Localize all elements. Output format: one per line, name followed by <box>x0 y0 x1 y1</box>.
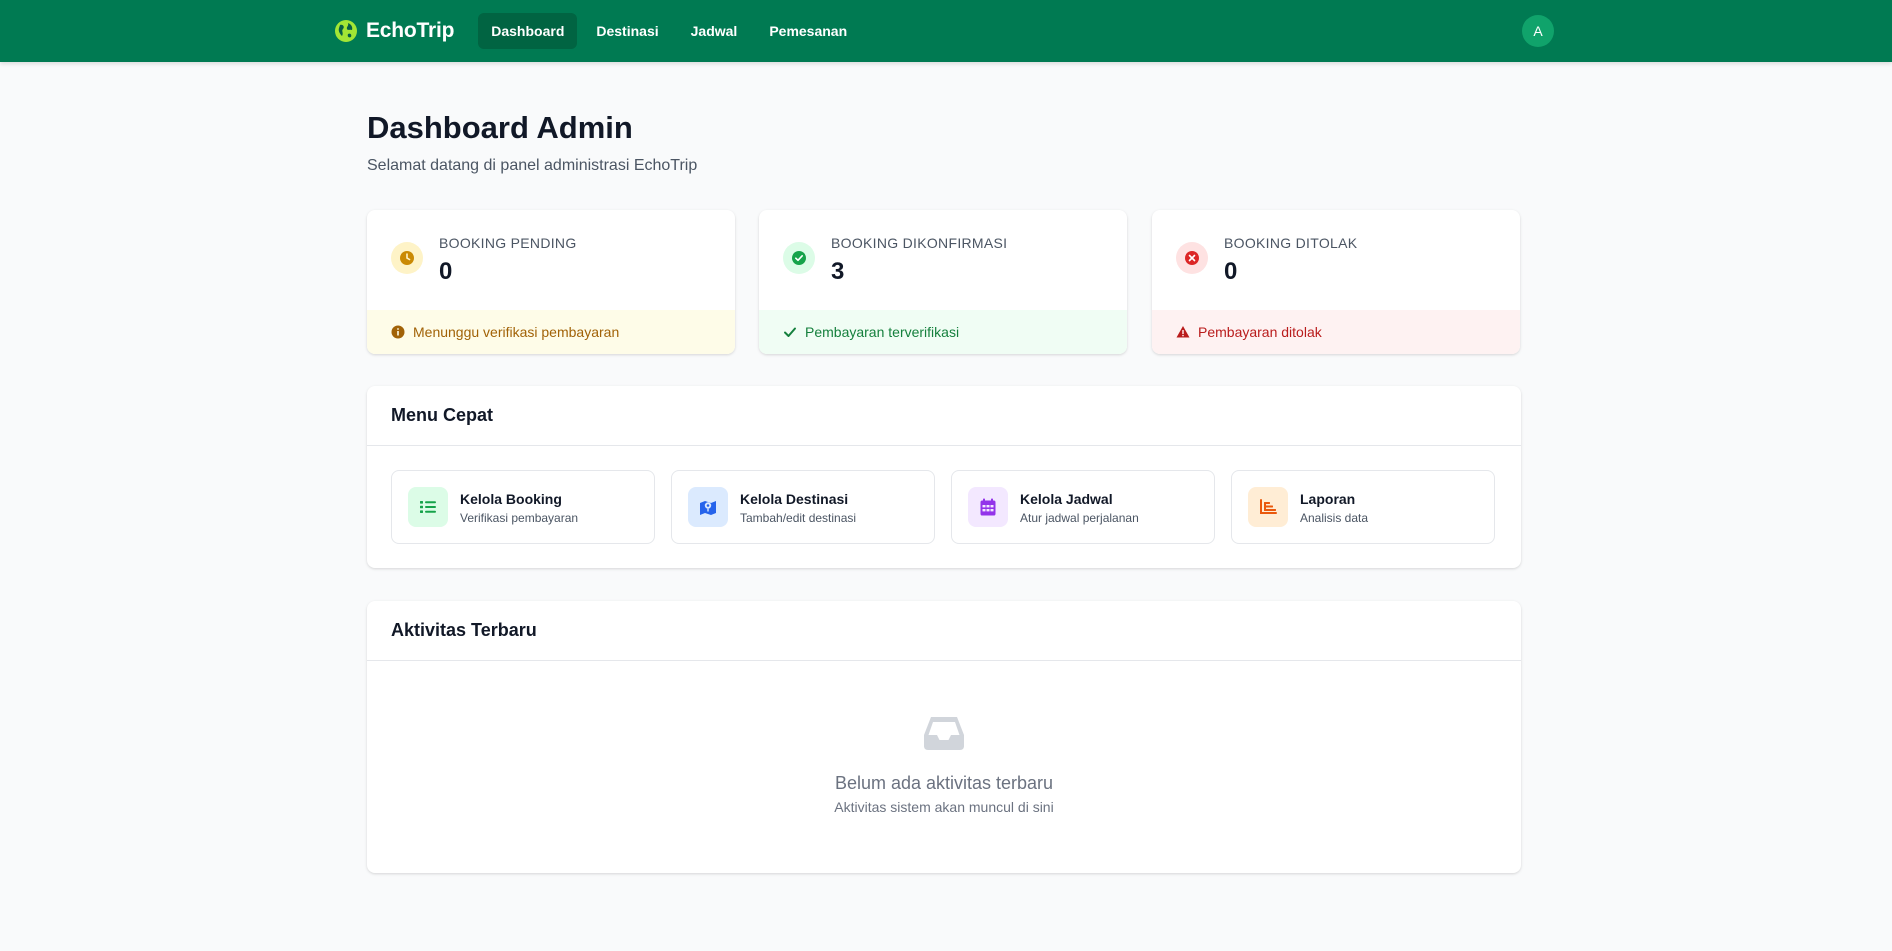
warning-icon <box>1176 326 1190 338</box>
nav-dashboard[interactable]: Dashboard <box>478 13 578 49</box>
check-icon <box>784 327 796 337</box>
page-subtitle: Selamat datang di panel administrasi Ech… <box>367 157 698 174</box>
stat-label: BOOKING DITOLAK <box>1224 235 1358 251</box>
stat-value: 0 <box>1224 258 1238 285</box>
calendar-icon <box>968 487 1008 527</box>
stat-footer: Pembayaran terverifikasi <box>759 310 1127 354</box>
quick-item-subtitle: Analisis data <box>1300 511 1369 525</box>
stat-card-pending: BOOKING PENDING 0 Menunggu verifikasi pe… <box>367 210 735 354</box>
stat-note: Pembayaran ditolak <box>1198 324 1322 340</box>
x-circle-icon <box>1176 242 1208 274</box>
quick-menu-panel: Menu Cepat Kelola Booking Verifikasi pem… <box>367 386 1521 568</box>
stat-card-confirmed: BOOKING DIKONFIRMASI 3 Pembayaran terver… <box>759 210 1127 354</box>
stat-card-body: BOOKING PENDING 0 <box>367 210 735 310</box>
user-avatar[interactable]: A <box>1522 15 1554 47</box>
activity-title: Aktivitas Terbaru <box>367 601 1521 661</box>
quick-item-subtitle: Tambah/edit destinasi <box>740 511 857 525</box>
quick-item-subtitle: Atur jadwal perjalanan <box>1020 511 1139 525</box>
stat-label: BOOKING PENDING <box>439 235 577 251</box>
chart-icon <box>1248 487 1288 527</box>
quick-kelola-booking[interactable]: Kelola Booking Verifikasi pembayaran <box>391 470 655 544</box>
quick-item-title: Kelola Destinasi <box>740 491 849 507</box>
inbox-icon <box>924 717 964 750</box>
list-icon <box>408 487 448 527</box>
nav-jadwal[interactable]: Jadwal <box>678 13 751 49</box>
empty-state-subtitle: Aktivitas sistem akan muncul di sini <box>834 799 1054 815</box>
quick-item-title: Laporan <box>1300 491 1356 507</box>
stat-value: 3 <box>831 258 845 285</box>
stat-footer: Pembayaran ditolak <box>1152 310 1520 354</box>
stat-footer: Menunggu verifikasi pembayaran <box>367 310 735 354</box>
nav-pemesanan[interactable]: Pemesanan <box>756 13 860 49</box>
quick-kelola-jadwal[interactable]: Kelola Jadwal Atur jadwal perjalanan <box>951 470 1215 544</box>
quick-item-title: Kelola Booking <box>460 491 562 507</box>
globe-icon <box>335 20 357 42</box>
nav-destinasi[interactable]: Destinasi <box>583 13 671 49</box>
stat-value: 0 <box>439 258 453 285</box>
page-title: Dashboard Admin <box>367 110 633 145</box>
check-circle-icon <box>783 242 815 274</box>
stat-card-rejected: BOOKING DITOLAK 0 Pembayaran ditolak <box>1152 210 1520 354</box>
navbar-inner: EchoTrip Dashboard Destinasi Jadwal Peme… <box>334 0 1554 62</box>
brand-logo[interactable]: EchoTrip <box>334 19 454 43</box>
stat-label: BOOKING DIKONFIRMASI <box>831 235 1008 251</box>
info-icon <box>391 325 405 339</box>
stat-card-body: BOOKING DIKONFIRMASI 3 <box>759 210 1127 310</box>
quick-menu-title: Menu Cepat <box>367 386 1521 446</box>
quick-item-subtitle: Verifikasi pembayaran <box>460 511 579 525</box>
stat-card-body: BOOKING DITOLAK 0 <box>1152 210 1520 310</box>
quick-item-title: Kelola Jadwal <box>1020 491 1113 507</box>
quick-kelola-destinasi[interactable]: Kelola Destinasi Tambah/edit destinasi <box>671 470 935 544</box>
stat-note: Menunggu verifikasi pembayaran <box>413 324 620 340</box>
clock-icon <box>391 242 423 274</box>
quick-laporan[interactable]: Laporan Analisis data <box>1231 470 1495 544</box>
brand-name: EchoTrip <box>366 19 455 42</box>
map-icon <box>688 487 728 527</box>
empty-state-title: Belum ada aktivitas terbaru <box>834 773 1054 793</box>
top-navbar: EchoTrip Dashboard Destinasi Jadwal Peme… <box>0 0 1892 62</box>
stat-note: Pembayaran terverifikasi <box>805 324 960 340</box>
activity-panel: Aktivitas Terbaru Belum ada aktivitas te… <box>367 601 1521 873</box>
